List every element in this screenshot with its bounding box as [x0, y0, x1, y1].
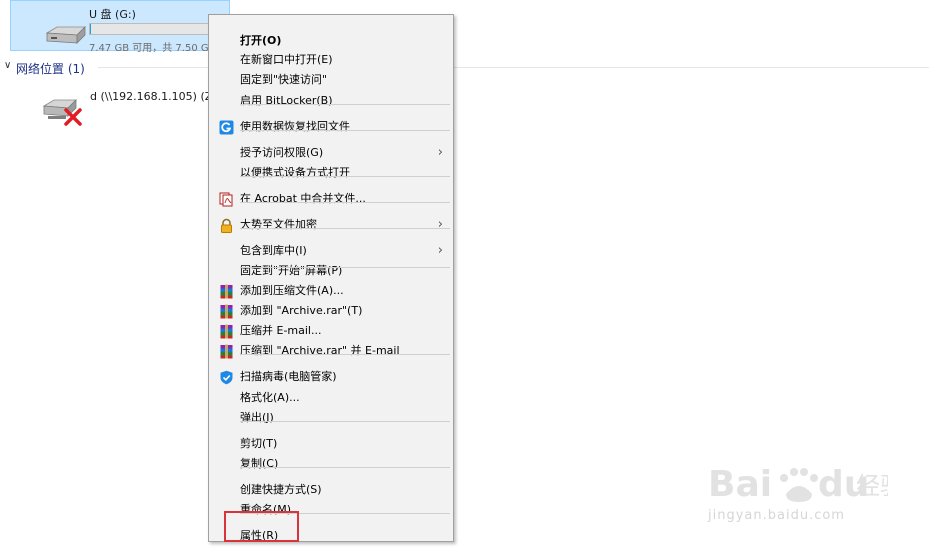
chevron-down-icon[interactable]: ∨ [4, 60, 11, 71]
menu-item-5[interactable]: 使用数据恢复找回文件 [211, 117, 451, 137]
menu-item-12-a[interactable]: 添加到压缩文件(A)... [211, 281, 451, 301]
menu-separator [240, 176, 450, 177]
drive-usage-fill [90, 24, 91, 34]
menu-item-label: 在 Acrobat 中合并文件... [240, 192, 366, 205]
menu-item-label: 创建快捷方式(S) [240, 483, 322, 496]
menu-item-label: 授予访问权限(G) [240, 146, 324, 159]
menu-item-label: 添加到压缩文件(A)... [240, 284, 344, 297]
menu-item-label: 大势至文件加密 [240, 218, 317, 231]
submenu-arrow-icon: › [437, 217, 443, 232]
menu-separator [240, 202, 450, 203]
watermark-url: jingyan.baidu.com [708, 508, 845, 523]
menu-item-6-g[interactable]: 授予访问权限(G) › [211, 143, 451, 163]
winrar-icon [219, 284, 234, 299]
menu-separator [240, 267, 450, 268]
lock-icon [219, 218, 234, 233]
highlight-annotation-box [224, 511, 299, 542]
menu-item-8-acrobat[interactable]: 在 Acrobat 中合并文件... [211, 189, 451, 209]
disconnected-network-drive-icon [42, 99, 82, 126]
menu-item-10-i[interactable]: 包含到库中(I) › [211, 241, 451, 261]
menu-separator [240, 354, 450, 355]
menu-item-2-e[interactable]: 在新窗口中打开(E) [211, 50, 451, 70]
network-group-title: 网络位置 (1) [16, 62, 85, 76]
menu-separator [240, 467, 450, 468]
menu-item-9[interactable]: 大势至文件加密 › [211, 215, 451, 235]
menu-item-1-o[interactable]: 打开(O) [211, 31, 451, 51]
shield-icon [219, 370, 234, 385]
submenu-arrow-icon: › [437, 145, 443, 160]
network-group-header[interactable]: ∨ 网络位置 (1) [0, 60, 929, 76]
usb-drive-tile[interactable]: U 盘 (G:) 7.47 GB 可用，共 7.50 GB [10, 0, 230, 54]
menu-item-18-j[interactable]: 弹出(J) [211, 408, 451, 428]
menu-item-label: 打开(O) [240, 34, 282, 47]
network-drive-name: d (\\192.168.1.105) (Z:) [90, 90, 221, 103]
menu-separator [240, 104, 450, 105]
menu-item-label: 包含到库中(I) [240, 244, 307, 257]
drive-name: U 盘 (G:) [89, 8, 136, 21]
menu-item-label: 固定到"快速访问" [240, 73, 328, 86]
menu-item-16[interactable]: 扫描病毒(电脑管家) [211, 367, 451, 387]
menu-item-label: 压缩到 "Archive.rar" 并 E-mail [240, 344, 400, 357]
svg-text:经验: 经验 [856, 472, 888, 500]
menu-item-label: 固定到"开始"屏幕(P) [240, 264, 343, 277]
menu-item-label: 使用数据恢复找回文件 [240, 120, 350, 133]
menu-item-21-s[interactable]: 创建快捷方式(S) [211, 480, 451, 500]
menu-item-19-t[interactable]: 剪切(T) [211, 434, 451, 454]
menu-item-17-a[interactable]: 格式化(A)... [211, 388, 451, 408]
menu-item-7[interactable]: 以便携式设备方式打开 [211, 163, 451, 183]
menu-item-20-c[interactable]: 复制(C) [211, 454, 451, 474]
acrobat-icon [219, 192, 234, 207]
menu-item-14-e-mail[interactable]: 压缩并 E-mail... [211, 321, 451, 341]
menu-item-11-p[interactable]: 固定到"开始"屏幕(P) [211, 261, 451, 281]
menu-item-label: 弹出(J) [240, 411, 274, 424]
menu-item-label: 启用 BitLocker(B) [240, 94, 333, 107]
menu-item-15-archive-rar-e-mail[interactable]: 压缩到 "Archive.rar" 并 E-mail [211, 341, 451, 361]
svg-text:Bai: Bai [708, 464, 772, 505]
menu-separator [240, 130, 450, 131]
menu-item-label: 添加到 "Archive.rar"(T) [240, 304, 363, 317]
recovery-g-icon [219, 120, 234, 135]
winrar-icon [219, 304, 234, 319]
menu-item-label: 压缩并 E-mail... [240, 324, 322, 337]
context-menu: 打开(O) 在新窗口中打开(E) 固定到"快速访问" 启用 BitLocker(B) 使… [208, 14, 454, 542]
menu-item-label: 格式化(A)... [240, 391, 300, 404]
menu-item-label: 扫描病毒(电脑管家) [240, 370, 337, 383]
network-drive-item[interactable]: d (\\192.168.1.105) (Z:) [42, 90, 220, 130]
drive-capacity: 7.47 GB 可用，共 7.50 GB [89, 43, 216, 54]
menu-item-label: 复制(C) [240, 457, 279, 470]
submenu-arrow-icon: › [437, 243, 443, 258]
menu-item-label: 在新窗口中打开(E) [240, 53, 333, 66]
menu-item-label: 以便携式设备方式打开 [240, 166, 350, 179]
winrar-icon [219, 344, 234, 359]
menu-separator [240, 421, 450, 422]
menu-separator [240, 228, 450, 229]
menu-item-4-bitlocker-b[interactable]: 启用 BitLocker(B) [211, 91, 451, 111]
usb-drive-icon [45, 26, 86, 44]
winrar-icon [219, 324, 234, 339]
menu-item-label: 剪切(T) [240, 437, 278, 450]
menu-item-3[interactable]: 固定到"快速访问" [211, 70, 451, 90]
menu-item-13-archive-rar-t[interactable]: 添加到 "Archive.rar"(T) [211, 301, 451, 321]
